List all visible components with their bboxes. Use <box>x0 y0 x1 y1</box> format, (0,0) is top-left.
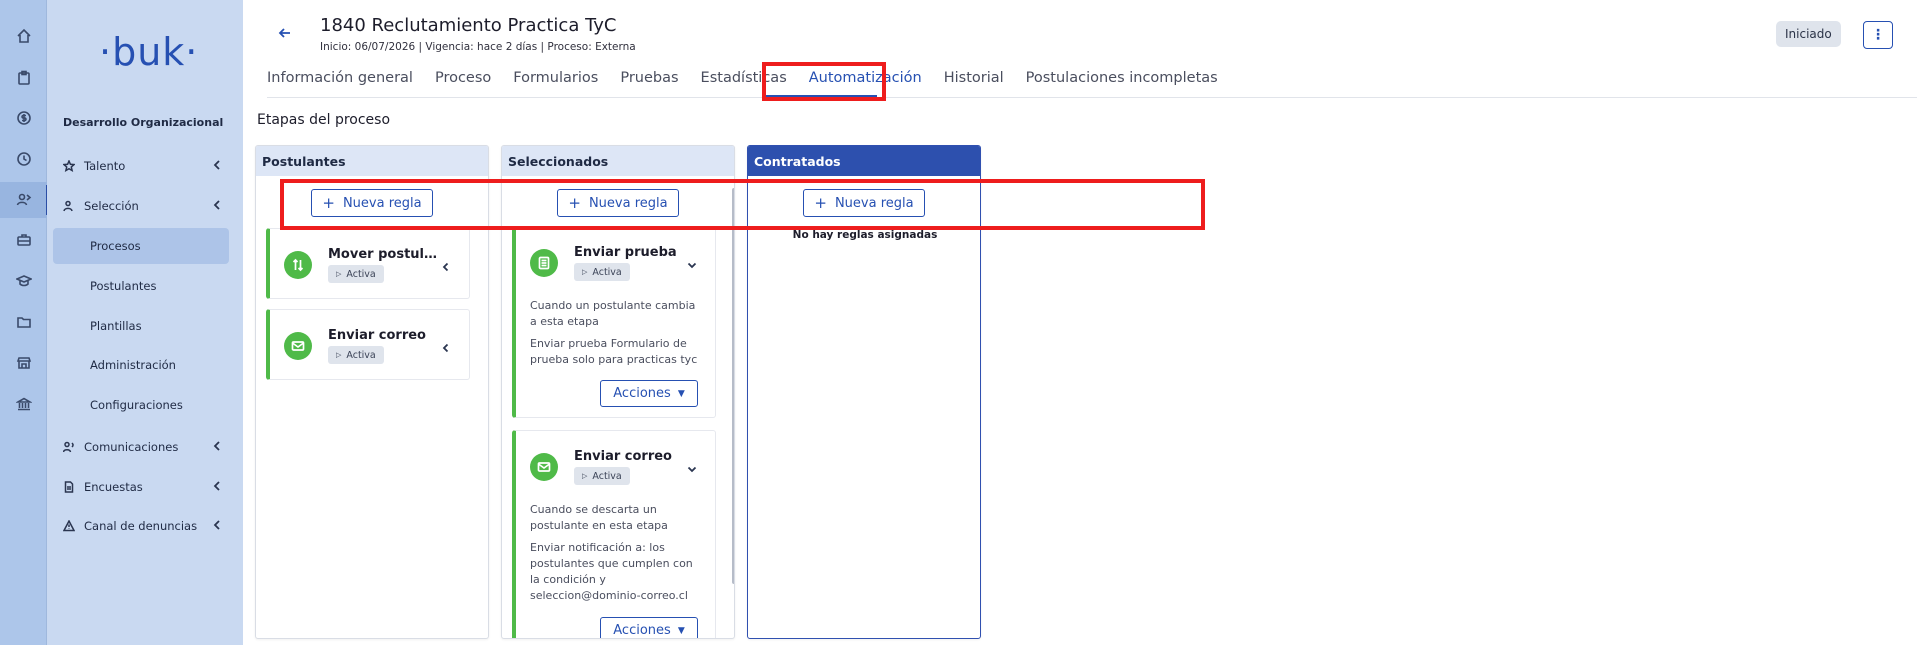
rule-title: Enviar prueba <box>574 245 677 260</box>
empty-rules-message: No hay reglas asignadas <box>792 229 938 241</box>
tab-informacion-general[interactable]: Información general <box>267 68 424 98</box>
warning-icon <box>62 519 76 533</box>
chevron-left-icon[interactable] <box>441 257 451 272</box>
rule-card[interactable]: Enviar prueba ▷ Activa Cuando un postula… <box>512 226 716 418</box>
column-header: Contratados <box>748 146 980 176</box>
status-badge: ▷ Activa <box>328 346 384 364</box>
highlight-box-automatizacion <box>762 62 886 101</box>
mail-icon <box>530 453 558 481</box>
status-badge: ▷ Activa <box>328 265 384 283</box>
play-icon: ▷ <box>582 472 588 480</box>
sidebar-item-canal-denuncias[interactable]: Canal de denuncias <box>53 508 235 544</box>
tab-historial[interactable]: Historial <box>933 68 1015 98</box>
org-title: Desarrollo Organizacional <box>63 116 224 129</box>
chevron-down-icon[interactable] <box>687 459 697 473</box>
tab-bar: Información general Proceso Formularios … <box>267 68 1229 98</box>
rule-trigger: Cuando se descarta un postulante en esta… <box>530 503 668 532</box>
megaphone-icon <box>62 440 76 454</box>
caret-down-icon: ▼ <box>677 388 685 399</box>
caret-down-icon: ▼ <box>677 625 685 636</box>
rule-action: Enviar prueba Formulario de prueba solo … <box>530 337 698 366</box>
sidebar-item-label: Canal de denuncias <box>84 519 198 533</box>
chevron-left-icon <box>211 199 223 211</box>
rule-card[interactable]: Mover postula... ▷ Activa <box>266 228 470 299</box>
sidebar-subitem-plantillas[interactable]: Plantillas <box>53 308 229 344</box>
chevron-left-icon <box>211 159 223 171</box>
sidebar: ·buk· Desarrollo Organizacional Talento … <box>47 0 243 645</box>
back-arrow-icon[interactable] <box>277 25 293 41</box>
status-badge: ▷ Activa <box>574 263 630 281</box>
people-icon[interactable] <box>0 182 48 218</box>
tab-formularios[interactable]: Formularios <box>502 68 609 98</box>
main-content: 1840 Reclutamiento Practica TyC Inicio: … <box>243 0 1919 645</box>
store-icon[interactable] <box>0 345 47 381</box>
tab-divider <box>267 97 1917 98</box>
buk-logo[interactable]: ·buk· <box>99 30 198 74</box>
play-icon: ▷ <box>336 351 342 359</box>
rule-trigger: Cuando un postulante cambia a esta etapa <box>530 299 696 328</box>
page-title: 1840 Reclutamiento Practica TyC <box>320 15 617 36</box>
sidebar-item-label: Comunicaciones <box>84 440 179 454</box>
move-arrows-icon <box>284 251 312 279</box>
rule-title: Enviar correo <box>574 449 672 464</box>
column-header: Postulantes <box>256 146 488 176</box>
sidebar-item-label: Selección <box>84 199 139 213</box>
rule-card[interactable]: Enviar correo ▷ Activa <box>266 309 470 380</box>
home-icon[interactable] <box>0 18 47 54</box>
status-badge: ▷ Activa <box>574 467 630 485</box>
tab-pruebas[interactable]: Pruebas <box>609 68 689 98</box>
sidebar-item-encuestas[interactable]: Encuestas <box>53 469 235 505</box>
clipboard-icon[interactable] <box>0 60 47 96</box>
sidebar-item-talento[interactable]: Talento <box>53 148 235 184</box>
star-icon <box>62 159 76 173</box>
sidebar-subitem-configuraciones[interactable]: Configuraciones <box>53 387 229 423</box>
tab-postulaciones-incompletas[interactable]: Postulaciones incompletas <box>1015 68 1229 98</box>
sidebar-subitem-administracion[interactable]: Administración <box>53 347 229 383</box>
rule-title: Mover postula... <box>328 247 438 262</box>
section-title: Etapas del proceso <box>257 112 391 128</box>
sidebar-item-label: Talento <box>84 159 126 173</box>
icon-rail <box>0 0 48 645</box>
folder-icon[interactable] <box>0 304 47 340</box>
test-form-icon <box>530 249 558 277</box>
sidebar-subitem-procesos[interactable]: Procesos <box>53 228 229 264</box>
sidebar-item-label: Encuestas <box>84 480 143 494</box>
play-icon: ▷ <box>336 270 342 278</box>
column-header: Seleccionados <box>502 146 734 176</box>
briefcase-icon[interactable] <box>0 222 47 258</box>
chevron-left-icon <box>211 519 223 531</box>
chevron-left-icon <box>211 440 223 452</box>
play-icon: ▷ <box>582 268 588 276</box>
money-icon[interactable] <box>0 100 47 136</box>
status-badge: Iniciado <box>1776 21 1841 47</box>
tab-proceso[interactable]: Proceso <box>424 68 502 98</box>
rule-card[interactable]: Enviar correo ▷ Activa Cuando se descart… <box>512 430 716 638</box>
chevron-down-icon[interactable] <box>687 255 697 269</box>
chevron-left-icon <box>211 480 223 492</box>
graduation-icon[interactable] <box>0 263 47 299</box>
actions-dropdown-button[interactable]: Acciones ▼ <box>600 617 698 638</box>
chevron-left-icon[interactable] <box>441 338 451 353</box>
sidebar-item-comunicaciones[interactable]: Comunicaciones <box>53 429 235 465</box>
column-scrollbar[interactable] <box>732 188 734 584</box>
highlight-box-new-rules <box>280 179 1205 230</box>
rule-action: Enviar notificación a: los postulantes q… <box>530 541 693 602</box>
rule-title: Enviar correo <box>328 328 426 343</box>
process-meta: Inicio: 06/07/2026 | Vigencia: hace 2 dí… <box>320 41 636 53</box>
document-icon <box>62 480 76 494</box>
person-check-icon <box>62 199 76 213</box>
more-options-button[interactable]: ⋮ <box>1863 21 1893 49</box>
mail-icon <box>284 332 312 360</box>
clock-icon[interactable] <box>0 141 47 177</box>
actions-dropdown-button[interactable]: Acciones ▼ <box>600 380 698 407</box>
sidebar-item-seleccion[interactable]: Selección <box>53 188 235 224</box>
bank-icon[interactable] <box>0 386 47 422</box>
sidebar-subitem-postulantes[interactable]: Postulantes <box>53 268 229 304</box>
